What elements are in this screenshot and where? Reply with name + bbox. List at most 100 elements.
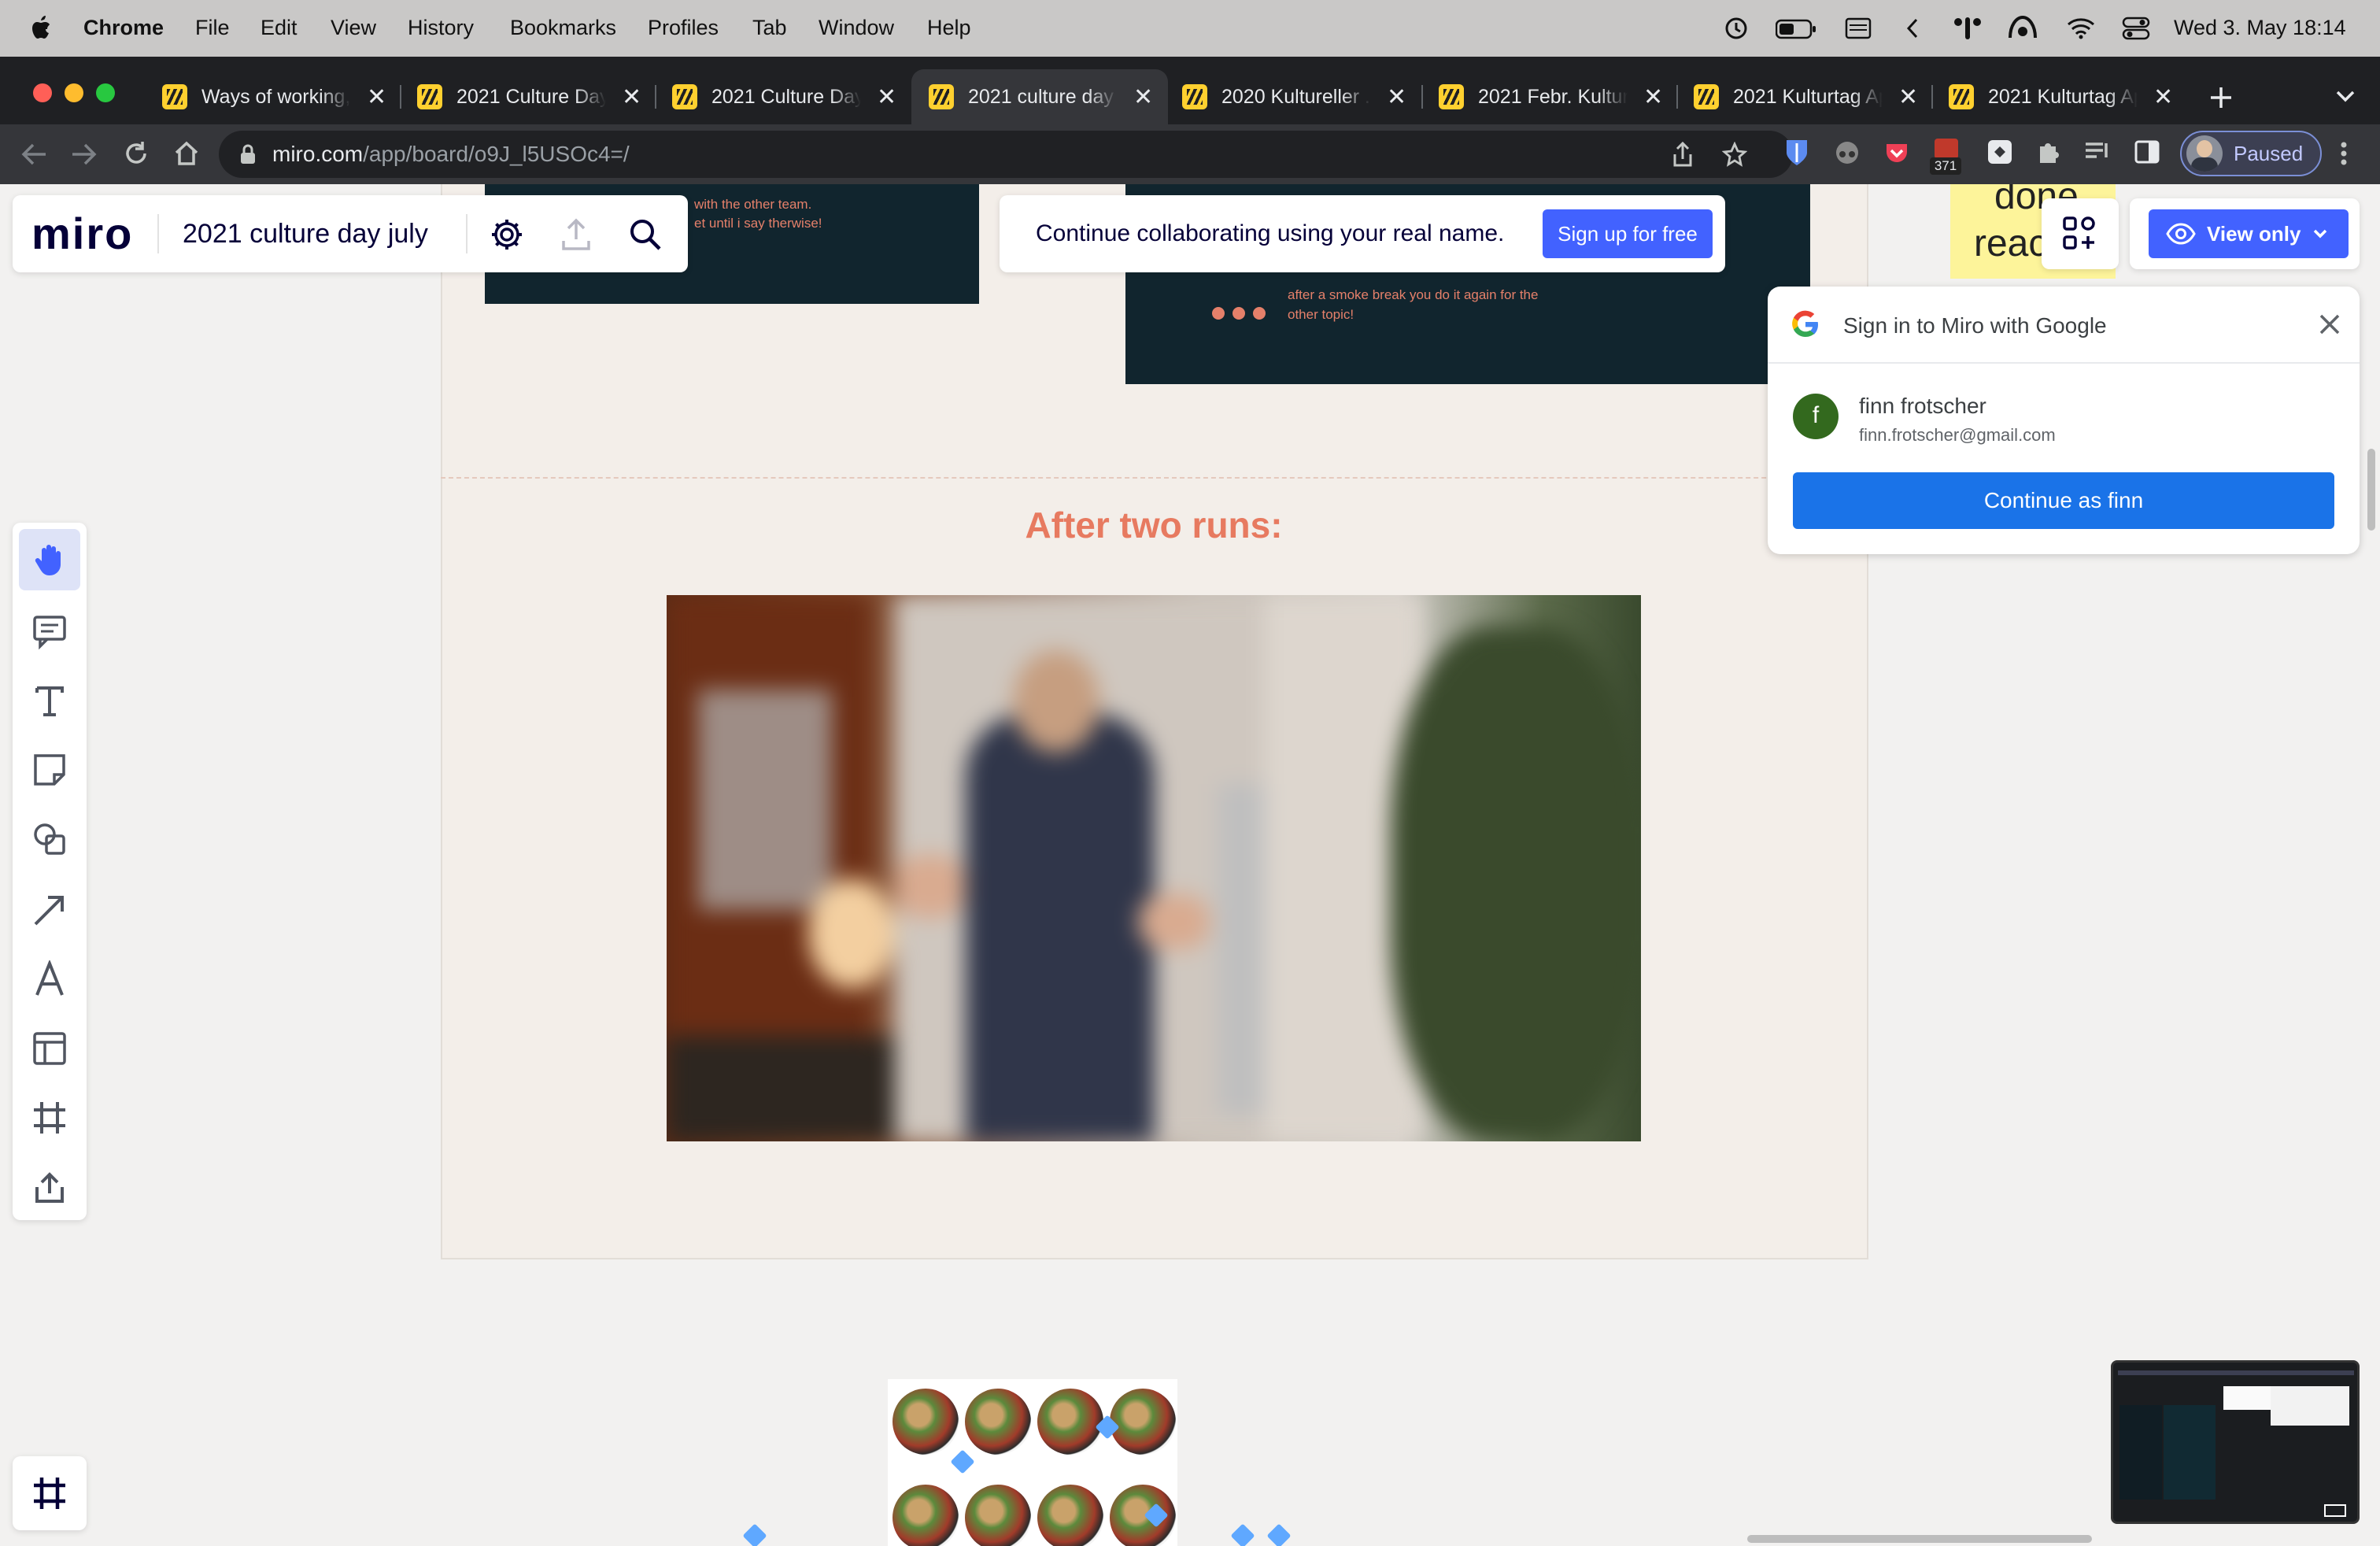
lock-icon[interactable]	[239, 143, 257, 165]
close-tab-icon[interactable]: ✕	[1133, 83, 1153, 111]
tab-4[interactable]: 2020 Kultureller . ✕	[1165, 69, 1417, 124]
settings-gear-icon[interactable]	[490, 217, 524, 252]
upload-tool-icon[interactable]	[31, 1168, 68, 1206]
continue-as-button[interactable]: Continue as finn	[1793, 472, 2334, 529]
close-tab-icon[interactable]: ✕	[1643, 83, 1663, 111]
close-icon[interactable]	[2319, 313, 2341, 335]
vertical-scrollbar[interactable]	[2367, 449, 2375, 531]
battery-icon[interactable]	[1776, 19, 1816, 39]
account-name: finn frotscher	[1859, 394, 1986, 418]
side-panel-icon[interactable]	[2134, 140, 2160, 164]
tab-0[interactable]: Ways of working, ✕	[145, 69, 397, 124]
hand-tool-button[interactable]	[19, 529, 80, 590]
menu-app-name[interactable]: Chrome	[83, 16, 164, 40]
chevron-left-icon[interactable]	[1905, 17, 1920, 39]
forward-icon[interactable]	[71, 142, 98, 167]
close-tab-icon[interactable]: ✕	[877, 83, 896, 111]
card-text-left: with the other team. et until i say ther…	[694, 195, 822, 233]
food-cards-image[interactable]	[888, 1379, 1177, 1546]
wifi-icon[interactable]	[2067, 16, 2095, 39]
extension-icon[interactable]	[1952, 14, 1983, 41]
signup-button[interactable]: Sign up for free	[1543, 209, 1713, 258]
tab-3-active[interactable]: 2021 culture day ✕	[911, 69, 1168, 124]
comment-tool-icon[interactable]	[31, 612, 68, 650]
control-center-icon[interactable]	[2122, 16, 2150, 41]
frame-tool-icon[interactable]	[31, 1099, 68, 1137]
time-machine-icon[interactable]	[1724, 16, 1749, 41]
shapes-tool-icon[interactable]	[31, 820, 68, 858]
miro-logo[interactable]: miro	[31, 208, 133, 259]
card-right-line-2: other topic!	[1288, 307, 1354, 322]
menu-edit[interactable]: Edit	[261, 16, 298, 40]
bookmark-star-icon[interactable]	[1722, 142, 1747, 167]
tab-title: Ways of working,	[201, 85, 351, 108]
tab-search-chevron-icon[interactable]	[2334, 88, 2356, 104]
profile-button[interactable]: Paused	[2180, 131, 2322, 176]
miro-favicon-icon	[162, 84, 187, 109]
tab-7[interactable]: 2021 Kulturtag Ap ✕	[1931, 69, 2183, 124]
banner-text: Continue collaborating using your real n…	[1036, 220, 1505, 246]
menu-tab[interactable]: Tab	[752, 16, 787, 40]
menu-clock[interactable]: Wed 3. May 18:14	[2174, 16, 2346, 40]
close-tab-icon[interactable]: ✕	[1387, 83, 1406, 111]
menu-file[interactable]: File	[195, 16, 230, 40]
ublock-icon[interactable]	[1935, 139, 1958, 159]
bitwarden-icon[interactable]	[1785, 139, 1809, 167]
address-bar[interactable]: miro.com/app/board/o9J_l5USOc4=/	[219, 131, 1793, 178]
reload-icon[interactable]	[123, 140, 150, 167]
section-heading[interactable]: After two runs:	[889, 504, 1418, 546]
chrome-menu-icon[interactable]	[2339, 140, 2349, 167]
connector-arrow-icon[interactable]	[31, 891, 68, 929]
miro-favicon-icon	[929, 84, 954, 109]
window-close-button[interactable]	[33, 83, 52, 102]
window-minimize-button[interactable]	[65, 83, 83, 102]
menu-history[interactable]: History	[408, 16, 474, 40]
pen-tool-icon[interactable]	[31, 960, 68, 998]
vpn-icon[interactable]	[2007, 14, 2038, 43]
text-tool-icon[interactable]	[31, 682, 68, 719]
macos-menu-bar: Chrome File Edit View History Bookmarks …	[0, 0, 2380, 57]
pocket-icon[interactable]	[1884, 140, 1909, 165]
close-tab-icon[interactable]: ✕	[1898, 83, 1918, 111]
sticky-note-tool-icon[interactable]	[31, 751, 68, 789]
tab-6[interactable]: 2021 Kulturtag Ap ✕	[1676, 69, 1928, 124]
share-icon[interactable]	[1672, 142, 1694, 167]
tab-1[interactable]: 2021 Culture Day ✕	[400, 69, 652, 124]
close-tab-icon[interactable]: ✕	[367, 83, 386, 111]
divider	[466, 214, 468, 253]
url-text[interactable]: miro.com/app/board/o9J_l5USOc4=/	[272, 142, 630, 167]
tab-2[interactable]: 2021 Culture Day ✕	[655, 69, 907, 124]
back-icon[interactable]	[20, 142, 47, 167]
url-path: /app/board/o9J_l5USOc4=/	[363, 142, 630, 166]
close-tab-icon[interactable]: ✕	[2153, 83, 2173, 111]
close-tab-icon[interactable]: ✕	[622, 83, 641, 111]
horizontal-scrollbar[interactable]	[1747, 1535, 2092, 1543]
templates-tool-icon[interactable]	[31, 1030, 68, 1067]
menu-help[interactable]: Help	[927, 16, 971, 40]
frame-divider	[441, 477, 1868, 479]
frames-panel-button[interactable]	[13, 1456, 87, 1530]
apps-grid-icon[interactable]	[2062, 216, 2098, 252]
puzzle-extensions-icon[interactable]	[2035, 139, 2062, 165]
board-name[interactable]: 2021 culture day july	[183, 219, 428, 250]
export-upload-icon[interactable]	[560, 217, 592, 252]
menu-window[interactable]: Window	[819, 16, 894, 40]
search-icon[interactable]	[628, 217, 663, 252]
tab-5[interactable]: 2021 Febr. Kultur ✕	[1421, 69, 1673, 124]
blurred-photo[interactable]	[667, 595, 1641, 1141]
minimap-toolbar	[2118, 1370, 2354, 1375]
incognito-extension-icon[interactable]	[1834, 140, 1861, 165]
view-only-button[interactable]: View only	[2149, 209, 2349, 258]
home-icon[interactable]	[173, 140, 200, 167]
menu-profiles[interactable]: Profiles	[648, 16, 719, 40]
board-minimap[interactable]	[2111, 1360, 2360, 1524]
menu-view[interactable]: View	[331, 16, 376, 40]
new-tab-icon[interactable]	[2208, 85, 2234, 110]
apple-icon[interactable]	[28, 13, 55, 44]
reading-list-icon[interactable]	[2084, 140, 2111, 164]
window-zoom-button[interactable]	[96, 83, 115, 102]
food-plate	[1037, 1485, 1103, 1546]
dev-extension-icon[interactable]	[1986, 139, 2013, 165]
menu-bookmarks[interactable]: Bookmarks	[510, 16, 616, 40]
display-icon[interactable]	[1845, 17, 1872, 39]
